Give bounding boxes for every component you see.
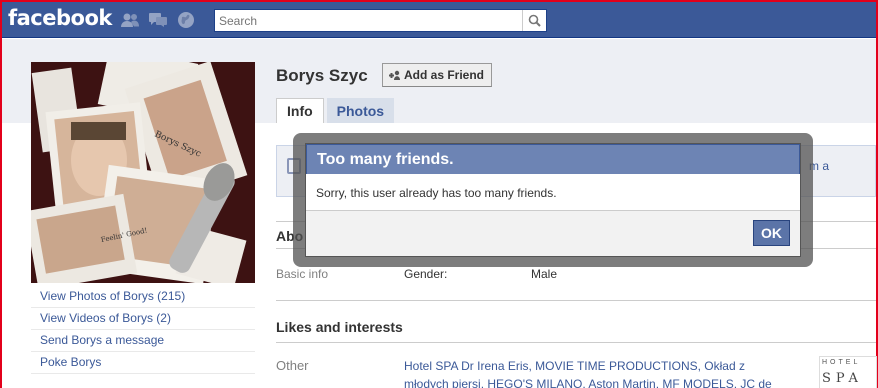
profile-picture[interactable]: Borys Szyc Feelin' Good! [31, 62, 255, 283]
dialog-overlay: Too many friends. Sorry, this user alrea… [293, 133, 813, 267]
hotel-thumb-text: HOTEL [822, 359, 861, 366]
search-input[interactable] [215, 10, 521, 31]
send-message-link[interactable]: Send Borys a message [31, 330, 255, 352]
notifications-icon[interactable] [175, 10, 197, 30]
messages-icon[interactable] [147, 10, 169, 30]
jewel-icons [119, 10, 197, 30]
too-many-friends-dialog: Too many friends. Sorry, this user alrea… [305, 143, 801, 257]
other-pages-list[interactable]: Hotel SPA Dr Irena Eris, MOVIE TIME PROD… [404, 357, 784, 388]
likes-subdivider [276, 342, 876, 343]
spa-thumb-text: SPA [822, 371, 863, 386]
poke-link[interactable]: Poke Borys [31, 352, 255, 374]
gender-value: Male [531, 267, 558, 281]
facebook-logo[interactable]: facebook [8, 6, 112, 30]
dialog-title: Too many friends. [306, 144, 800, 174]
add-friend-icon [389, 70, 400, 80]
likes-heading: Likes and interests [276, 319, 403, 335]
hotel-spa-thumbnail[interactable]: HOTEL SPA [819, 356, 877, 388]
tab-info[interactable]: Info [276, 98, 324, 123]
profile-name: Borys Szyc [276, 66, 368, 85]
ok-button[interactable]: OK [753, 220, 790, 246]
view-photos-link[interactable]: View Photos of Borys (215) [31, 286, 255, 308]
search-button[interactable] [522, 10, 546, 31]
dialog-message: Sorry, this user already has too many fr… [306, 174, 800, 211]
profile-tabs: Info Photos [276, 98, 395, 123]
add-friend-button[interactable]: Add as Friend [382, 63, 493, 87]
add-friend-label: Add as Friend [404, 68, 485, 82]
view-videos-link[interactable]: View Videos of Borys (2) [31, 308, 255, 330]
likes-divider [276, 300, 876, 301]
search-icon [528, 14, 541, 27]
top-bar: facebook [2, 2, 876, 38]
other-label: Other [276, 358, 309, 373]
profile-action-links: View Photos of Borys (215) View Videos o… [31, 286, 255, 374]
friends-icon[interactable] [119, 10, 141, 30]
dialog-footer: OK [306, 211, 800, 256]
tab-photos[interactable]: Photos [326, 98, 395, 123]
basic-info-label: Basic info [276, 267, 329, 281]
gender-key: Gender: [404, 267, 448, 281]
search-box [214, 9, 547, 32]
